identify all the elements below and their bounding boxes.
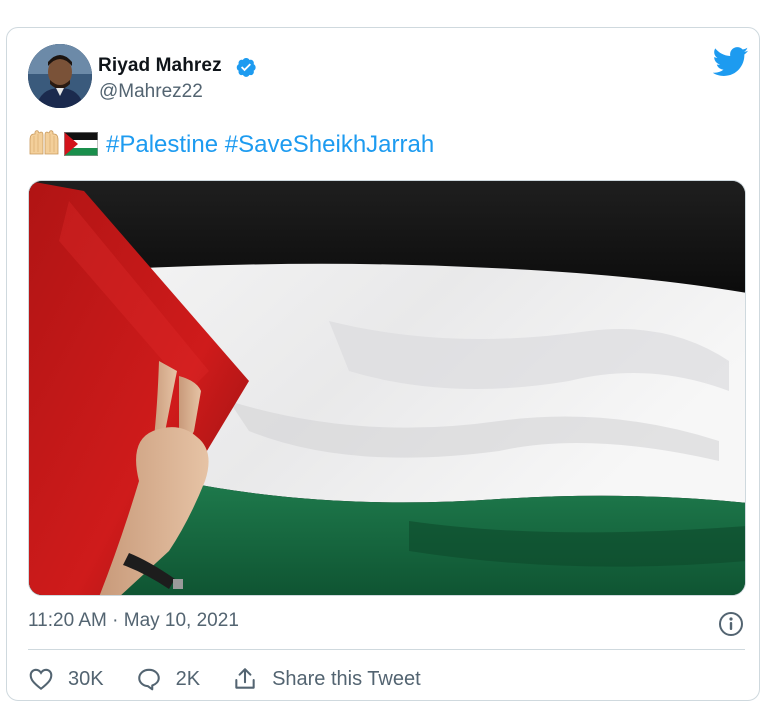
action-bar: 30K 2K Share this Tweet — [28, 664, 453, 694]
hashtag-link[interactable]: #Palestine — [106, 131, 218, 158]
share-label: Share this Tweet — [272, 667, 421, 690]
twitter-bird-icon[interactable] — [713, 47, 749, 77]
avatar-image — [28, 44, 92, 108]
share-button[interactable]: Share this Tweet — [232, 666, 421, 692]
user-name[interactable]: Riyad Mahrez — [98, 55, 222, 77]
palestine-flag-emoji-icon — [64, 132, 98, 156]
info-icon[interactable] — [718, 611, 744, 637]
tweet-text: #Palestine #SaveSheikhJarrah — [28, 130, 434, 160]
heart-icon — [29, 668, 53, 691]
avatar[interactable] — [28, 44, 92, 108]
share-icon — [235, 668, 255, 689]
reply-count: 2K — [175, 667, 201, 690]
palestine-flag-photo — [29, 181, 745, 595]
user-handle[interactable]: @Mahrez22 — [99, 81, 203, 103]
reply-bubble-icon — [137, 668, 160, 691]
divider — [28, 649, 745, 650]
reply-button[interactable]: 2K — [136, 666, 200, 692]
hashtag-link[interactable]: #SaveSheikhJarrah — [225, 131, 434, 158]
palms-up-emoji-icon — [29, 130, 59, 155]
verified-badge-icon — [236, 58, 256, 77]
tweet-timestamp[interactable]: 11:20 AM · May 10, 2021 — [28, 610, 239, 632]
like-count: 30K — [68, 667, 104, 690]
like-button[interactable]: 30K — [28, 666, 104, 692]
tweet-card[interactable]: Riyad Mahrez @Mahrez22 #Palestine #SaveS… — [6, 27, 760, 701]
tweet-media[interactable] — [28, 180, 746, 596]
